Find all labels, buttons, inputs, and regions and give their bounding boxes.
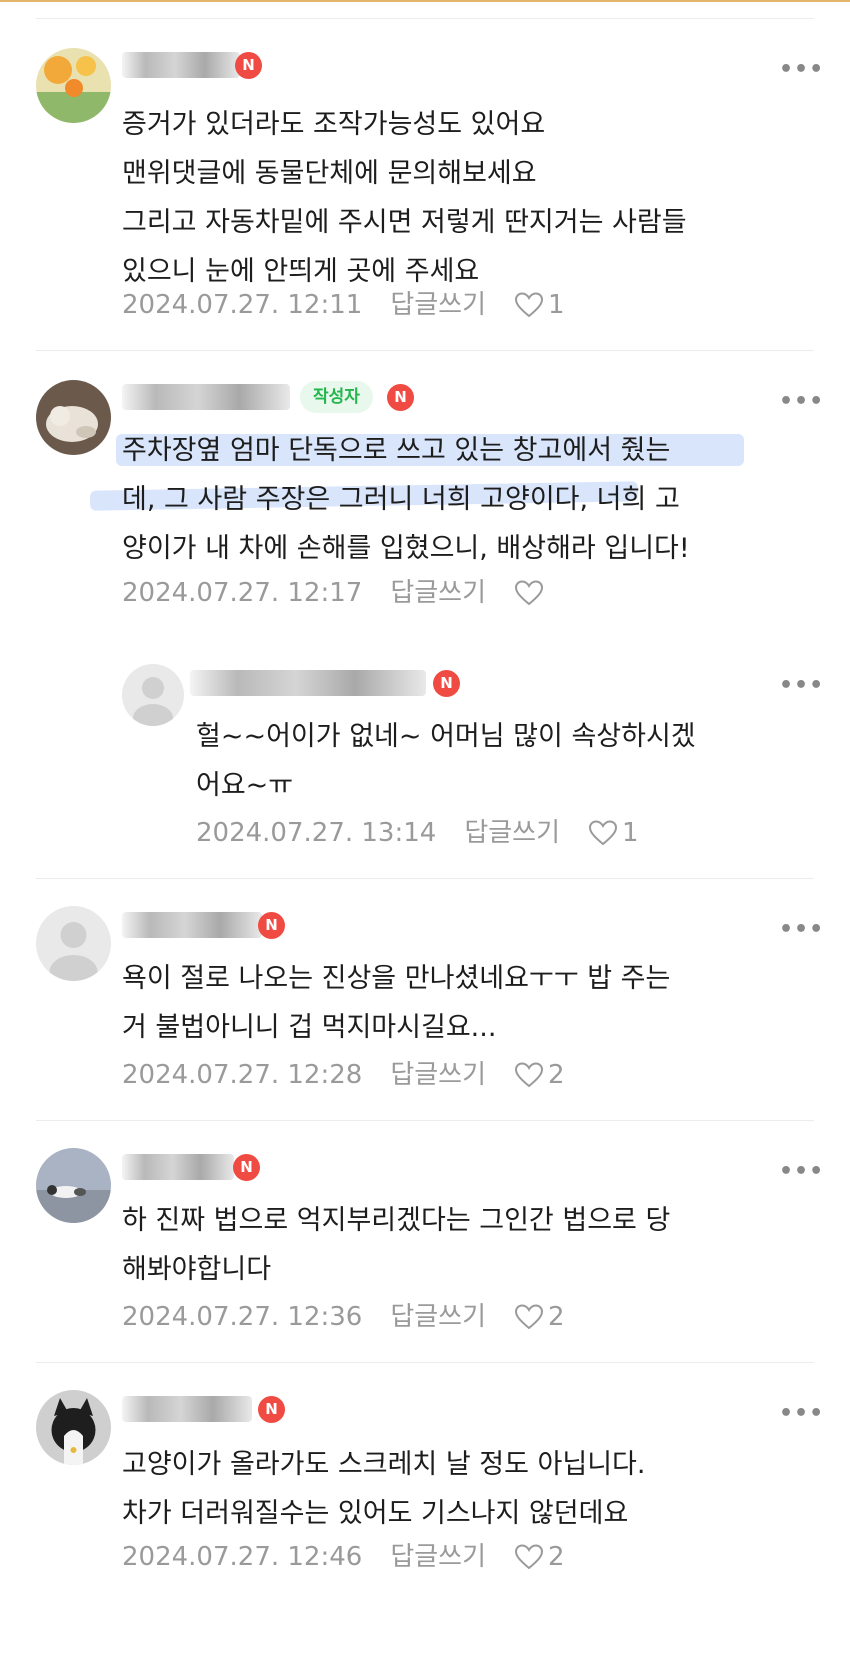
comment-meta: 2024.07.27. 12:46 답글쓰기 2 [122,1540,565,1574]
comment-text: 고양이가 올라가도 스크레치 날 정도 아닙니다. 차가 더러워질수는 있어도 … [122,1440,645,1538]
like-button[interactable]: 2 [514,1300,565,1334]
tuxedo-cat-avatar[interactable] [36,1390,111,1465]
new-badge: N [233,1154,260,1181]
author-name-blurred[interactable] [122,1154,234,1180]
comment-line: 양이가 내 차에 손해를 입혔으니, 배상해라 입니다! [122,533,690,564]
comment-divider [36,878,814,879]
comment-date: 2024.07.27. 12:36 [122,1302,363,1332]
top-accent-rule [0,0,850,2]
comment-line: 주차장옆 엄마 단독으로 쓰고 있는 창고에서 줬는 [122,435,671,466]
like-button[interactable]: 1 [588,816,639,850]
more-options-button[interactable]: ••• [779,1403,824,1425]
comment-date: 2024.07.27. 12:11 [122,290,363,320]
comment-divider [36,350,814,351]
top-divider [36,18,814,19]
more-options-button[interactable]: ••• [779,919,824,941]
comment-date: 2024.07.27. 12:17 [122,578,363,608]
cat-on-road-avatar[interactable] [36,1148,111,1223]
heart-icon [515,1544,544,1570]
default-person-avatar[interactable] [36,906,111,981]
like-count: 1 [622,818,639,848]
more-options-button[interactable]: ••• [779,59,824,81]
reply-button[interactable]: 답글쓰기 [390,1058,486,1092]
author-name-blurred[interactable] [122,1396,252,1422]
new-badge: N [235,52,262,79]
comment-line: 거 불법아니니 겁 먹지마시길요... [122,1012,497,1043]
like-button[interactable] [514,579,548,607]
comment-meta: 2024.07.27. 12:36 답글쓰기 2 [122,1300,565,1334]
reply-button[interactable]: 답글쓰기 [390,1300,486,1334]
heart-icon [515,1062,544,1088]
comment-date: 2024.07.27. 12:28 [122,1060,363,1090]
heart-icon [515,292,544,318]
author-name-blurred[interactable] [190,670,426,696]
heart-icon [589,820,618,846]
comment-date: 2024.07.27. 12:46 [122,1542,363,1572]
comment-line: 해봐야합니다 [122,1254,272,1285]
flower-photo-avatar[interactable] [36,48,111,123]
new-badge: N [258,912,285,939]
comment-text: 욕이 절로 나오는 진상을 만나셨네요ㅜㅜ 밥 주는 거 불법아니니 겁 먹지마… [122,954,670,1052]
reply-button[interactable]: 답글쓰기 [390,1540,486,1574]
like-button[interactable]: 1 [514,288,565,322]
comment-line: 헐~~어이가 없네~ 어머님 많이 속상하시겠 [196,721,696,752]
like-count: 2 [548,1302,565,1332]
like-count: 2 [548,1542,565,1572]
default-person-avatar[interactable] [122,664,184,726]
comment-date: 2024.07.27. 13:14 [196,818,437,848]
reply-button[interactable]: 답글쓰기 [464,816,560,850]
comment-line: 데, 그 사람 주장은 그러니 너희 고양이다, 너희 고 [122,484,680,515]
heart-icon [515,1304,544,1330]
like-count: 1 [548,290,565,320]
author-name-blurred[interactable] [122,52,240,78]
comment-meta: 2024.07.27. 13:14 답글쓰기 1 [196,816,639,850]
comment-meta: 2024.07.27. 12:17 답글쓰기 [122,576,548,610]
more-options-button[interactable]: ••• [779,391,824,413]
new-badge: N [258,1396,285,1423]
like-button[interactable]: 2 [514,1540,565,1574]
comment-line: 어요~ㅠ [196,770,294,801]
comment-line: 하 진짜 법으로 억지부리겠다는 그인간 법으로 당 [122,1205,671,1236]
comment-meta: 2024.07.27. 12:11 답글쓰기 1 [122,288,565,322]
comment-line: 고양이가 올라가도 스크레치 날 정도 아닙니다. [122,1449,646,1480]
cat-photo-avatar[interactable] [36,380,111,455]
new-badge: N [387,384,414,411]
heart-icon [515,580,544,606]
author-badge: 작성자 [300,381,373,413]
reply-button[interactable]: 답글쓰기 [390,576,486,610]
comment-divider [36,1362,814,1363]
comment-line: 차가 더러워질수는 있어도 기스나지 않던데요 [122,1498,629,1529]
comment-text: 헐~~어이가 없네~ 어머님 많이 속상하시겠 어요~ㅠ [196,712,696,810]
more-options-button[interactable]: ••• [779,1161,824,1183]
like-count: 2 [548,1060,565,1090]
author-name-blurred[interactable] [122,912,262,938]
comment-meta: 2024.07.27. 12:28 답글쓰기 2 [122,1058,565,1092]
comment-line: 증거가 있더라도 조작가능성도 있어요 [122,109,546,140]
comment-line: 욕이 절로 나오는 진상을 만나셨네요ㅜㅜ 밥 주는 [122,963,671,994]
comment-text: 증거가 있더라도 조작가능성도 있어요 맨위댓글에 동물단체에 문의해보세요 그… [122,100,687,296]
author-name-blurred[interactable] [122,384,290,410]
new-badge: N [433,670,460,697]
more-options-button[interactable]: ••• [779,675,824,697]
comment-line: 맨위댓글에 동물단체에 문의해보세요 [122,158,537,189]
like-button[interactable]: 2 [514,1058,565,1092]
reply-button[interactable]: 답글쓰기 [390,288,486,322]
comment-text: 주차장옆 엄마 단독으로 쓰고 있는 창고에서 줬는 데, 그 사람 주장은 그… [122,426,690,573]
comment-divider [36,1120,814,1121]
comment-text: 하 진짜 법으로 억지부리겠다는 그인간 법으로 당 해봐야합니다 [122,1196,670,1294]
comment-line: 그리고 자동차밑에 주시면 저렇게 딴지거는 사람들 [122,207,687,238]
